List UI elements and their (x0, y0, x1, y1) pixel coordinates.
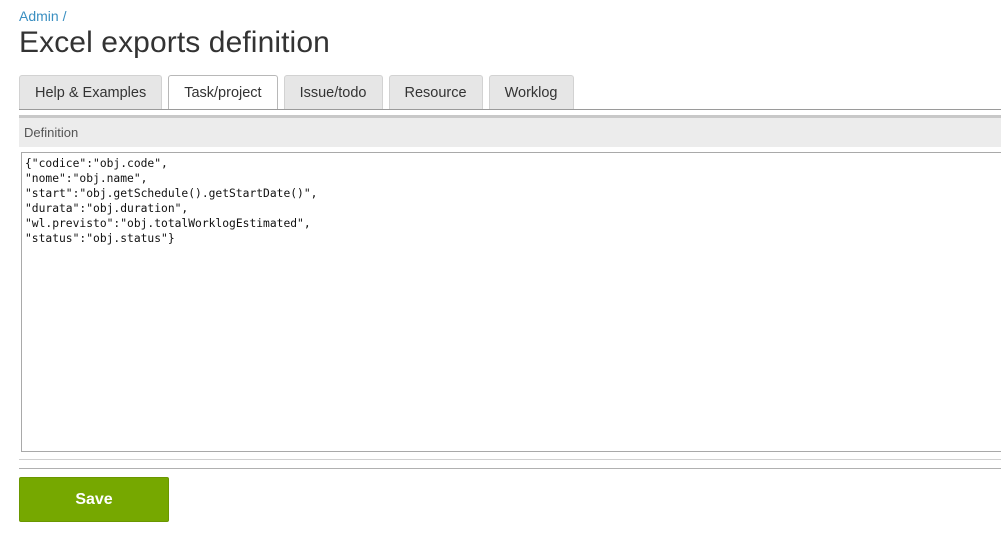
tab-worklog[interactable]: Worklog (488, 75, 574, 109)
tab-underline (19, 109, 1001, 110)
page: Admin / Excel exports definition Help & … (0, 0, 1001, 549)
definition-textarea[interactable]: {"codice":"obj.code", "nome":"obj.name",… (21, 152, 1001, 452)
tab-help-examples[interactable]: Help & Examples (19, 75, 163, 109)
tab-resource[interactable]: Resource (388, 75, 483, 109)
save-button[interactable]: Save (19, 477, 169, 522)
divider (19, 468, 1001, 469)
tab-task-project[interactable]: Task/project (168, 75, 278, 110)
tab-issue-todo[interactable]: Issue/todo (283, 75, 383, 109)
definition-header: Definition (19, 115, 1001, 147)
page-title: Excel exports definition (19, 26, 330, 59)
divider (19, 459, 1001, 460)
tab-bar: Help & Examples Task/project Issue/todo … (19, 75, 580, 110)
breadcrumb-admin-link[interactable]: Admin / (19, 8, 66, 24)
